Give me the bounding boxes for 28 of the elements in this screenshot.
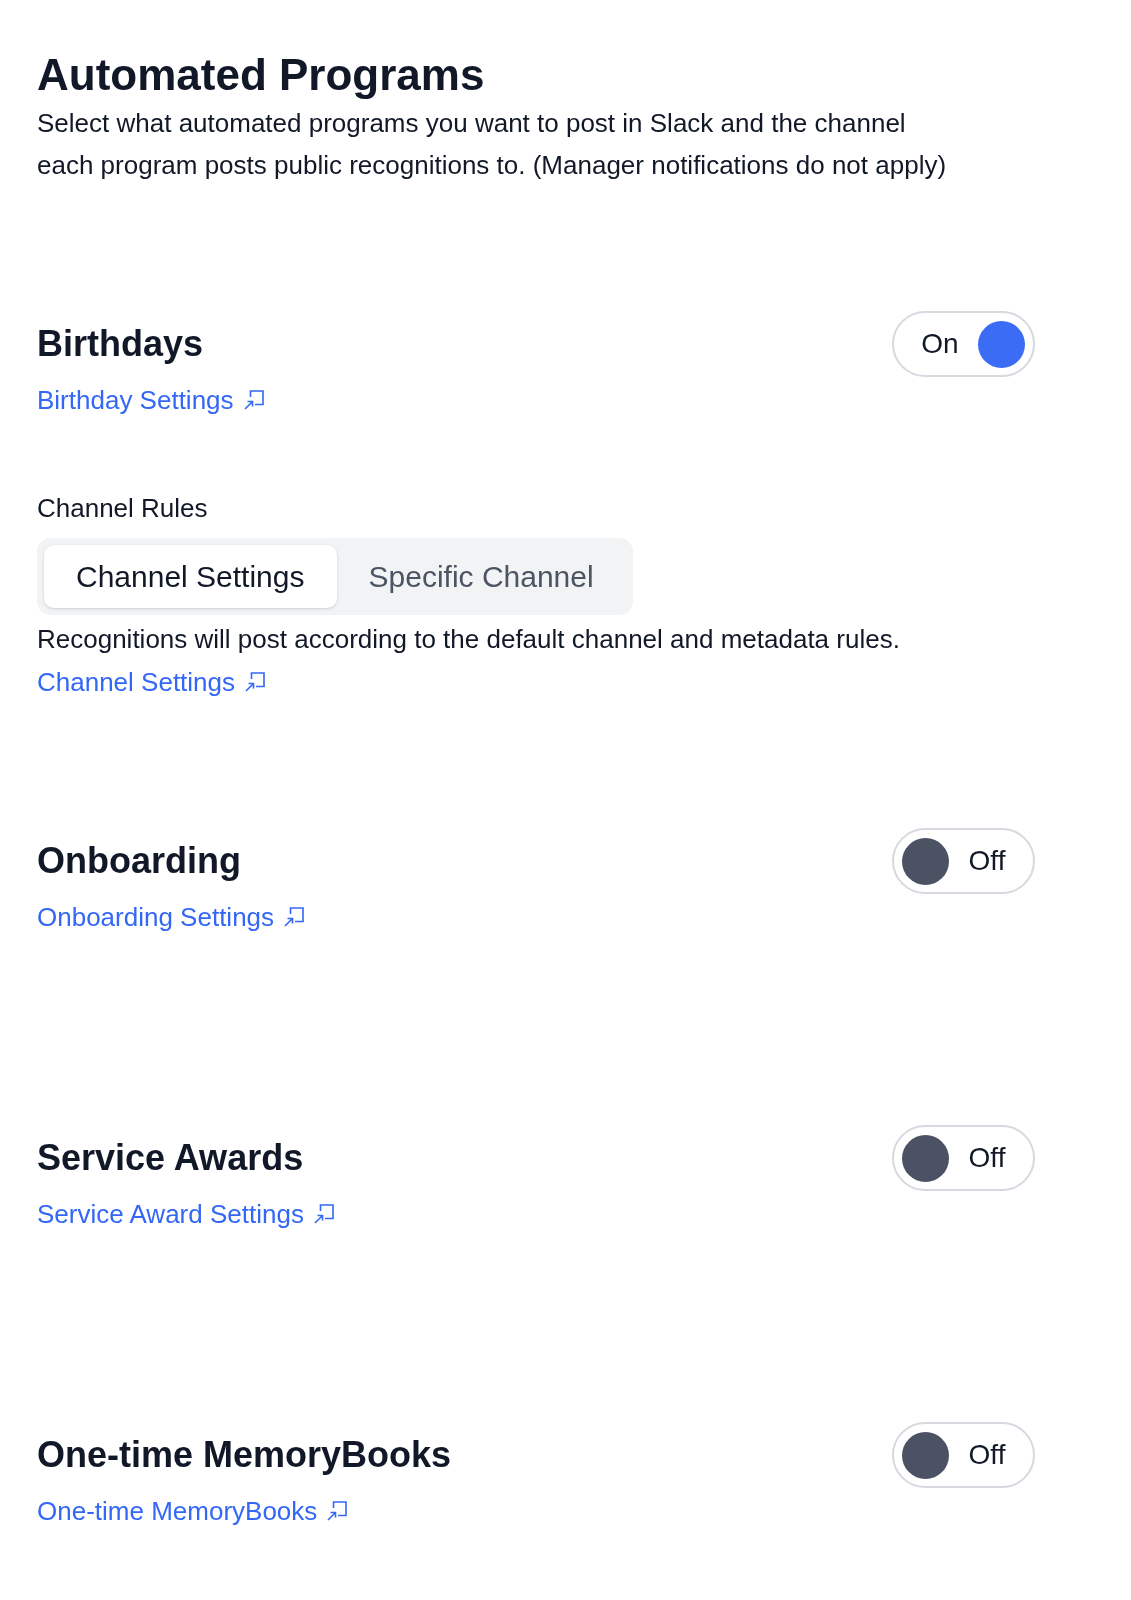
- program-title: Onboarding: [37, 841, 241, 881]
- program-title: Birthdays: [37, 324, 204, 364]
- settings-link[interactable]: Birthday Settings: [37, 385, 264, 415]
- settings-link[interactable]: Onboarding Settings: [37, 902, 305, 932]
- toggle-switch[interactable]: Off: [892, 828, 1035, 894]
- program-title: One-time MemoryBooks: [37, 1435, 452, 1475]
- external-link-icon: [327, 1501, 348, 1521]
- external-link-icon: [284, 907, 305, 927]
- channel-tab[interactable]: Specific Channel: [336, 545, 626, 608]
- external-link-icon: [243, 390, 264, 410]
- toggle-knob-icon: [902, 1431, 949, 1479]
- toggle-knob-icon: [902, 1134, 949, 1182]
- program-title: Service Awards: [37, 1138, 304, 1178]
- toggle-switch[interactable]: Off: [892, 1125, 1035, 1191]
- external-link-icon: [245, 672, 266, 692]
- toggle-switch[interactable]: Off: [892, 1422, 1035, 1488]
- channel-rules-description: Recognitions will post according to the default channel and metadata rules.: [37, 624, 900, 654]
- channel-rules-label: Channel Rules: [37, 493, 208, 523]
- external-link-icon: [313, 1204, 334, 1224]
- toggle-knob-icon: [978, 320, 1025, 368]
- toggle-knob-icon: [902, 837, 949, 885]
- settings-link[interactable]: Service Award Settings: [37, 1199, 334, 1229]
- settings-link[interactable]: One-time MemoryBooks: [37, 1496, 348, 1526]
- settings-link[interactable]: Channel Settings: [37, 667, 266, 697]
- page-title: Automated Programs: [37, 51, 486, 99]
- channel-tab[interactable]: Channel Settings: [44, 545, 337, 608]
- toggle-switch[interactable]: On: [892, 311, 1035, 377]
- page-description: Select what automated programs you want to post in Slack and the channel each program posts public recognitions to. (Manager notifications do not apply): [37, 107, 948, 182]
